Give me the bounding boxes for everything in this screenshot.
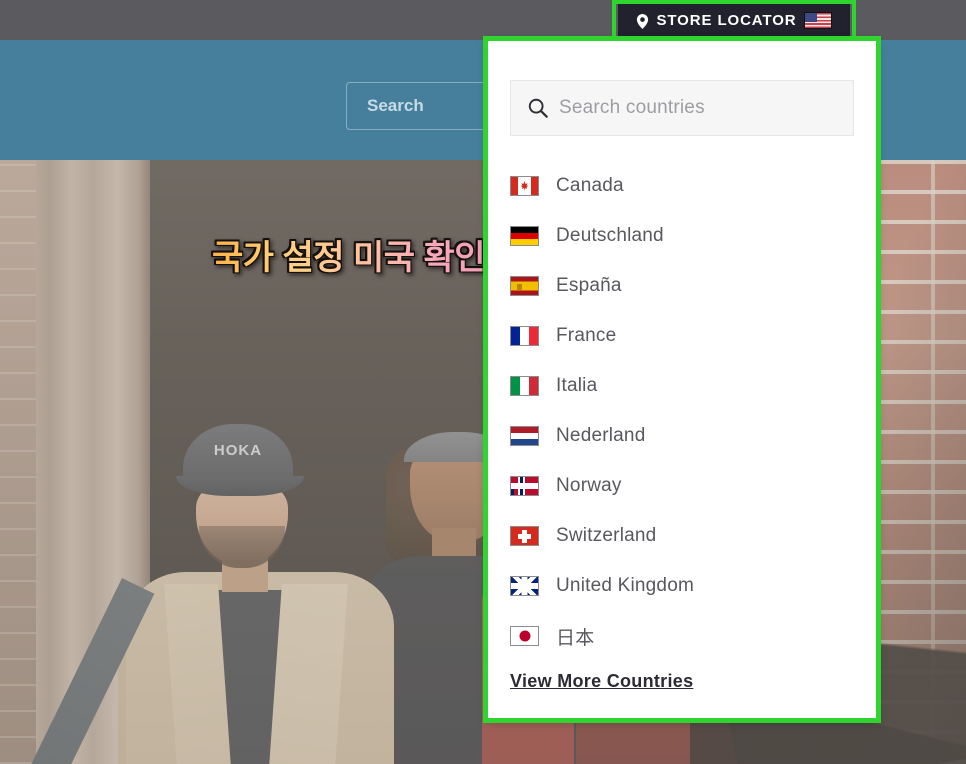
country-row-nederland[interactable]: Nederland <box>486 411 878 461</box>
country-search-input[interactable]: Search countries <box>510 80 854 136</box>
left-brick-edge <box>0 160 36 764</box>
annotation-text: 국가 설정 미국 확인 <box>212 230 486 279</box>
country-row-italia[interactable]: Italia <box>486 361 878 411</box>
flag-germany-icon <box>510 226 539 246</box>
store-locator-label: STORE LOCATOR <box>656 11 797 29</box>
location-pin-icon <box>636 13 649 29</box>
country-label: United Kingdom <box>556 575 694 596</box>
country-row-canada[interactable]: Canada <box>486 161 878 211</box>
country-row-switzerland[interactable]: Switzerland <box>486 511 878 561</box>
country-selector-dropdown: Search countries Canada Deutschland Espa… <box>486 39 878 720</box>
flag-france-icon <box>510 326 539 346</box>
flag-italy-icon <box>510 376 539 396</box>
site-search-placeholder: Search <box>367 96 424 115</box>
flag-switzerland-icon <box>510 526 539 546</box>
country-search-placeholder: Search countries <box>559 97 705 118</box>
flag-japan-icon <box>510 626 539 646</box>
country-row-espana[interactable]: España <box>486 261 878 311</box>
top-bar: STORE LOCATOR <box>0 0 966 40</box>
country-row-united-kingdom[interactable]: United Kingdom <box>486 561 878 611</box>
country-label: Norway <box>556 475 622 496</box>
flag-canada-icon <box>510 176 539 196</box>
flag-spain-icon <box>510 276 539 296</box>
country-label: 日本 <box>556 627 595 649</box>
country-label: Nederland <box>556 425 646 446</box>
store-locator-button[interactable]: STORE LOCATOR <box>618 4 850 36</box>
country-label: España <box>556 275 622 296</box>
app-screen: HOKA Search 국가 설정 미국 확인 STORE LOCATOR Se… <box>0 0 966 764</box>
flag-uk-icon <box>510 576 539 596</box>
view-more-countries-link[interactable]: View More Countries <box>510 671 693 691</box>
country-label: Italia <box>556 375 598 396</box>
us-flag-icon <box>803 11 832 29</box>
search-icon <box>527 97 549 119</box>
country-row-japan[interactable]: 日本 <box>486 611 878 661</box>
country-label: Deutschland <box>556 225 664 246</box>
country-row-norway[interactable]: Norway <box>486 461 878 511</box>
view-more-wrapper: View More Countries <box>510 671 693 692</box>
country-row-deutschland[interactable]: Deutschland <box>486 211 878 261</box>
country-label: Canada <box>556 175 624 196</box>
country-label: Switzerland <box>556 525 657 546</box>
country-label: France <box>556 325 617 346</box>
flag-netherlands-icon <box>510 426 539 446</box>
flag-norway-icon <box>510 476 539 496</box>
country-row-france[interactable]: France <box>486 311 878 361</box>
country-list: Canada Deutschland España France Italia … <box>486 161 878 661</box>
cap-logo-text: HOKA <box>213 442 263 459</box>
